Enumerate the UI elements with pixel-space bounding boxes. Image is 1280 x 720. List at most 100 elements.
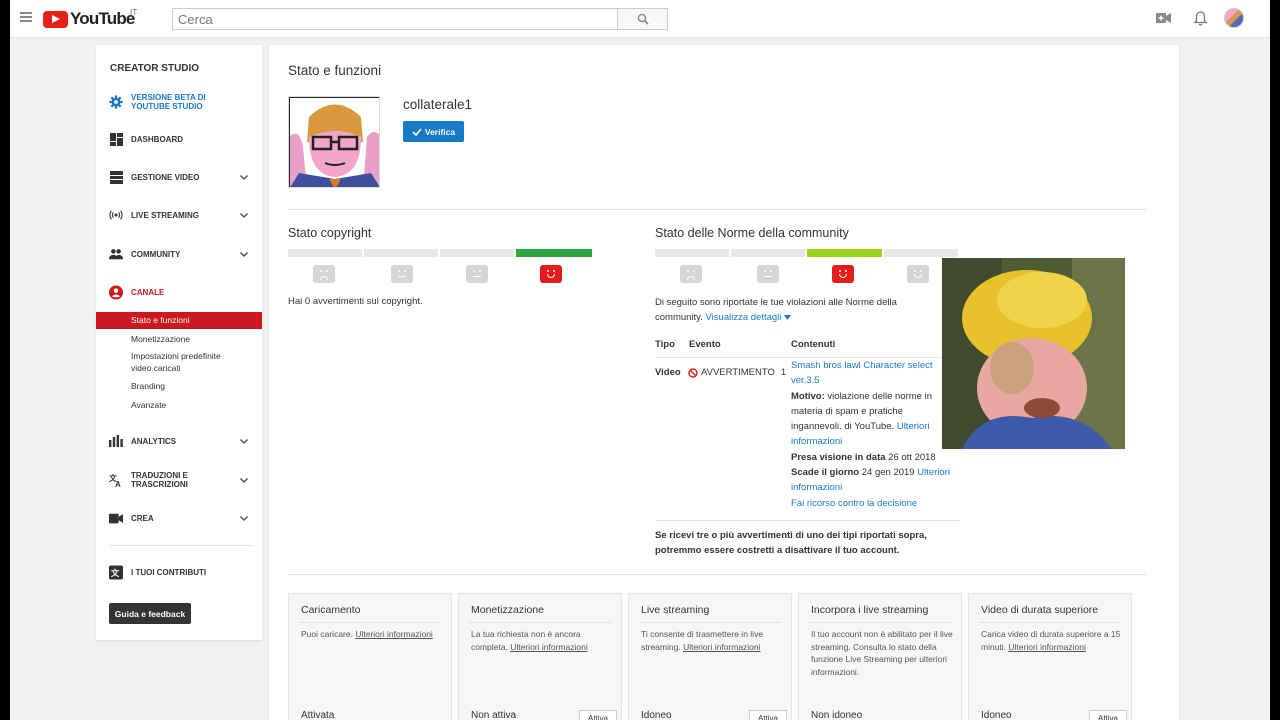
notifications-bell-icon[interactable] [1194, 11, 1207, 26]
sidebar-item-label: GESTIONE VIDEO [131, 172, 200, 182]
sidebar-subitem-upload-defaults[interactable]: Impostazioni predefinite video caricati [96, 350, 226, 374]
video-list-icon [109, 170, 123, 184]
happy-face-icon [907, 265, 929, 283]
sidebar-item-label: ANALYTICS [131, 436, 177, 446]
caret-down-icon [784, 315, 792, 321]
live-broadcast-icon [109, 208, 123, 222]
sidebar-title: CREATOR STUDIO [110, 63, 200, 74]
search-button[interactable] [617, 8, 668, 30]
sidebar-item-label: COMMUNITY [131, 249, 181, 259]
chevron-down-icon[interactable] [238, 209, 250, 221]
sidebar-subitem-monetization[interactable]: Monetizzazione [96, 333, 262, 345]
strike-event: AVVERTIMENTO 1 [688, 365, 786, 380]
sidebar-subitem-status-features[interactable]: Stato e funzioni [96, 312, 262, 329]
feature-card-enable-button[interactable]: Attiva [1089, 710, 1127, 720]
upload-video-icon[interactable] [1156, 12, 1171, 24]
community-status-title: Stato delle Norme della community [655, 226, 849, 240]
sidebar-subitem-branding[interactable]: Branding [96, 380, 262, 392]
appeal-link[interactable]: Fai ricorso contro la decisione [791, 496, 956, 511]
browser-frame: YouTube IT CREATOR STUDIO VERSIONE BETA … [10, 0, 1270, 720]
feature-card-status: Attivata [301, 710, 335, 720]
sad-face-icon [313, 265, 335, 283]
feature-card-longer-videos: Video di durata superiore Carica video d… [968, 593, 1132, 720]
chevron-down-icon[interactable] [238, 512, 250, 524]
features-divider [288, 574, 1146, 575]
section-divider [288, 209, 1146, 210]
sidebar-item-create[interactable]: CREA [96, 508, 262, 528]
strike-content-cell: Smash bros lawl Character select ver.3.5… [791, 358, 956, 511]
channel-name[interactable]: collaterale1 [403, 97, 472, 112]
check-icon [412, 127, 422, 136]
strike-seen-date: Presa visione in data 26 ott 2018 [791, 451, 936, 463]
strike-bar-2 [731, 249, 805, 257]
strike-bar-1 [440, 249, 514, 257]
translate-icon: 文A [109, 473, 123, 488]
chevron-down-icon[interactable] [238, 171, 250, 183]
feature-card-desc: Carica video di durata superiore a 15 mi… [981, 629, 1121, 652]
sidebar-subitem-advanced[interactable]: Avanzate [96, 399, 262, 411]
sidebar-item-contributions[interactable]: 文 I TUOI CONTRIBUTI [96, 562, 262, 582]
sidebar-item-live-streaming[interactable]: LIVE STREAMING [96, 205, 262, 225]
sidebar-item-channel[interactable]: CANALE [96, 282, 262, 302]
help-feedback-button[interactable]: Guida e feedback [109, 603, 191, 624]
view-details-link[interactable]: Visualizza dettagli [706, 312, 792, 323]
strike-bar-1-active [807, 249, 882, 257]
logo-country: IT [130, 8, 138, 17]
menu-icon[interactable] [20, 12, 32, 22]
feature-card-enable-button[interactable]: Attiva [579, 710, 617, 720]
dashboard-icon [109, 132, 123, 146]
account-avatar[interactable] [1224, 8, 1244, 28]
search-input[interactable] [173, 9, 617, 29]
sidebar-item-label: CREA [131, 513, 154, 523]
sidebar-item-translations[interactable]: 文A TRADUZIONI E TRASCRIZIONI [96, 470, 262, 490]
bar-chart-icon [109, 434, 123, 448]
feature-card-live-streaming: Live streaming Ti consente di trasmetter… [628, 593, 792, 720]
strike-bar-2 [364, 249, 438, 257]
sidebar-item-community[interactable]: COMMUNITY [96, 244, 262, 264]
feature-card-link[interactable]: Ulteriori informazioni [683, 642, 760, 652]
youtube-logo[interactable]: YouTube IT [43, 8, 138, 28]
top-bar: YouTube IT [10, 0, 1270, 38]
feature-card-title: Incorpora i live streaming [811, 604, 929, 616]
feature-card-title: Live streaming [641, 604, 710, 616]
sad-face-icon [680, 265, 702, 283]
chevron-down-icon[interactable] [238, 248, 250, 260]
copyright-status-text: Hai 0 avvertimenti sul copyright. [288, 296, 423, 307]
sidebar-item-label: CANALE [131, 287, 165, 297]
strike-event-label: AVVERTIMENTO [701, 367, 775, 378]
account-termination-warning: Se ricevi tre o più avvertimenti di uno … [655, 530, 927, 557]
sidebar-item-label: VERSIONE BETA DI YOUTUBE STUDIO [131, 93, 206, 111]
sidebar: CREATOR STUDIO VERSIONE BETA DI YOUTUBE … [96, 45, 262, 640]
search-icon [637, 13, 649, 25]
sidebar-item-dashboard[interactable]: DASHBOARD [96, 129, 262, 149]
feature-card-desc: Ti consente di trasmettere in live strea… [641, 629, 764, 652]
strike-count: 1 [780, 367, 787, 378]
strike-bar-0 [884, 249, 958, 257]
sidebar-item-video-manager[interactable]: GESTIONE VIDEO [96, 167, 262, 187]
account-circle-icon [109, 285, 123, 299]
feature-card-link[interactable]: Ulteriori informazioni [355, 629, 432, 639]
strike-expiry: Scade il giorno 24 gen 2019 Ulteriori in… [791, 467, 950, 494]
strike-bar-3 [288, 249, 362, 257]
meh-face-icon [757, 265, 779, 283]
sidebar-item-analytics[interactable]: ANALYTICS [96, 431, 262, 451]
video-camera-icon [109, 511, 123, 525]
feature-card-desc: La tua richiesta non è ancora completa. … [471, 629, 588, 652]
search-box [172, 8, 618, 30]
feature-card-link[interactable]: Ulteriori informazioni [510, 642, 587, 652]
verify-button[interactable]: Verifica [403, 121, 464, 142]
chevron-down-icon[interactable] [238, 435, 250, 447]
strike-video-title-link[interactable]: Smash bros lawl Character select ver.3.5 [791, 358, 956, 389]
translate-contribution-icon: 文 [109, 565, 123, 579]
channel-avatar[interactable] [288, 96, 380, 188]
strike-bar-3 [655, 249, 729, 257]
feature-card-link[interactable]: Ulteriori informazioni [1008, 642, 1085, 652]
page-title: Stato e funzioni [288, 63, 382, 78]
youtube-play-icon [43, 10, 68, 28]
feature-card-embed-live: Incorpora i live streaming Il tuo accoun… [798, 593, 962, 720]
sidebar-item-studio-beta[interactable]: VERSIONE BETA DI YOUTUBE STUDIO [96, 91, 262, 113]
chevron-down-icon[interactable] [238, 474, 250, 486]
svg-text:A: A [115, 480, 121, 488]
feature-card-monetization: Monetizzazione La tua richiesta non è an… [458, 593, 622, 720]
feature-card-enable-button[interactable]: Attiva [749, 710, 787, 720]
